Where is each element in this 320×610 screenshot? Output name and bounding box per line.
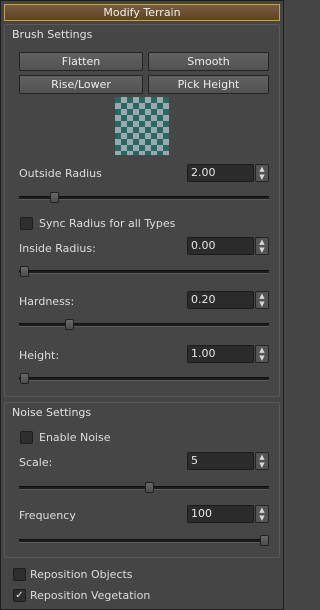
hardness-spin-buttons[interactable]: ▲ ▼ [255, 291, 269, 309]
spin-down-icon[interactable]: ▼ [257, 514, 267, 522]
spin-up-icon[interactable]: ▲ [257, 453, 267, 461]
frequency-spin-buttons[interactable]: ▲ ▼ [255, 505, 269, 523]
slider-thumb[interactable] [50, 192, 59, 203]
height-spin-buttons[interactable]: ▲ ▼ [255, 345, 269, 363]
spin-up-icon[interactable]: ▲ [257, 238, 267, 246]
reposition-vegetation-label: Reposition Vegetation [30, 589, 151, 602]
slider-thumb[interactable] [65, 319, 74, 330]
inside-radius-spin-buttons[interactable]: ▲ ▼ [255, 237, 269, 255]
height-slider[interactable] [19, 373, 269, 385]
spin-down-icon[interactable]: ▼ [257, 246, 267, 254]
inside-radius-label: Inside Radius: [19, 242, 96, 255]
slider-thumb[interactable] [20, 266, 29, 277]
scale-spinner[interactable]: 5 ▲ ▼ [187, 452, 269, 470]
pick-height-button[interactable]: Pick Height [148, 75, 269, 94]
spin-down-icon[interactable]: ▼ [257, 461, 267, 469]
scale-slider[interactable] [19, 482, 269, 494]
checkbox-box[interactable] [20, 217, 33, 230]
outside-radius-spin-buttons[interactable]: ▲ ▼ [255, 164, 269, 182]
frequency-slider[interactable] [19, 535, 269, 547]
noise-settings-title: Noise Settings [12, 406, 92, 419]
checkbox-box[interactable] [20, 431, 33, 444]
scale-spin-buttons[interactable]: ▲ ▼ [255, 452, 269, 470]
checkbox-box[interactable]: ✓ [13, 589, 26, 602]
spin-up-icon[interactable]: ▲ [257, 292, 267, 300]
modify-terrain-panel: Modify Terrain Brush Settings Flatten Sm… [0, 0, 284, 610]
spin-down-icon[interactable]: ▼ [257, 173, 267, 181]
smooth-button[interactable]: Smooth [148, 52, 269, 71]
slider-track[interactable] [19, 539, 269, 543]
checkmark-icon: ✓ [15, 590, 24, 601]
outside-radius-label: Outside Radius [19, 167, 102, 180]
inside-radius-field[interactable]: 0.00 [187, 237, 254, 255]
spin-up-icon[interactable]: ▲ [257, 346, 267, 354]
slider-thumb[interactable] [260, 535, 269, 546]
frequency-field[interactable]: 100 [187, 505, 254, 523]
frequency-label: Frequency [19, 509, 76, 522]
inside-radius-spinner[interactable]: 0.00 ▲ ▼ [187, 237, 269, 255]
spin-down-icon[interactable]: ▼ [257, 300, 267, 308]
outside-radius-spinner[interactable]: 2.00 ▲ ▼ [187, 164, 269, 182]
slider-track[interactable] [19, 486, 269, 490]
height-spinner[interactable]: 1.00 ▲ ▼ [187, 345, 269, 363]
outside-radius-slider[interactable] [19, 192, 269, 204]
hardness-slider[interactable] [19, 319, 269, 331]
hardness-field[interactable]: 0.20 [187, 291, 254, 309]
hardness-spinner[interactable]: 0.20 ▲ ▼ [187, 291, 269, 309]
slider-thumb[interactable] [145, 482, 154, 493]
scale-field[interactable]: 5 [187, 452, 254, 470]
rise-lower-button[interactable]: Rise/Lower [19, 75, 143, 94]
slider-track[interactable] [19, 377, 269, 381]
spin-up-icon[interactable]: ▲ [257, 506, 267, 514]
slider-track[interactable] [19, 323, 269, 327]
brush-settings-section: Brush Settings Flatten Smooth Rise/Lower… [4, 24, 280, 397]
spin-down-icon[interactable]: ▼ [257, 354, 267, 362]
sync-radius-label: Sync Radius for all Types [39, 217, 176, 230]
height-field[interactable]: 1.00 [187, 345, 254, 363]
slider-thumb[interactable] [20, 373, 29, 384]
flatten-button[interactable]: Flatten [19, 52, 143, 71]
slider-track[interactable] [19, 270, 269, 274]
hardness-label: Hardness: [19, 295, 75, 308]
brush-texture-preview[interactable] [115, 97, 169, 155]
enable-noise-label: Enable Noise [39, 431, 111, 444]
brush-settings-title: Brush Settings [12, 28, 93, 41]
inside-radius-slider[interactable] [19, 266, 269, 278]
checkbox-box[interactable] [13, 568, 26, 581]
panel-title[interactable]: Modify Terrain [4, 4, 280, 21]
frequency-spinner[interactable]: 100 ▲ ▼ [187, 505, 269, 523]
outside-radius-field[interactable]: 2.00 [187, 164, 254, 182]
spin-up-icon[interactable]: ▲ [257, 165, 267, 173]
height-label: Height: [19, 349, 60, 362]
reposition-objects-label: Reposition Objects [30, 568, 133, 581]
scale-label: Scale: [19, 456, 53, 469]
